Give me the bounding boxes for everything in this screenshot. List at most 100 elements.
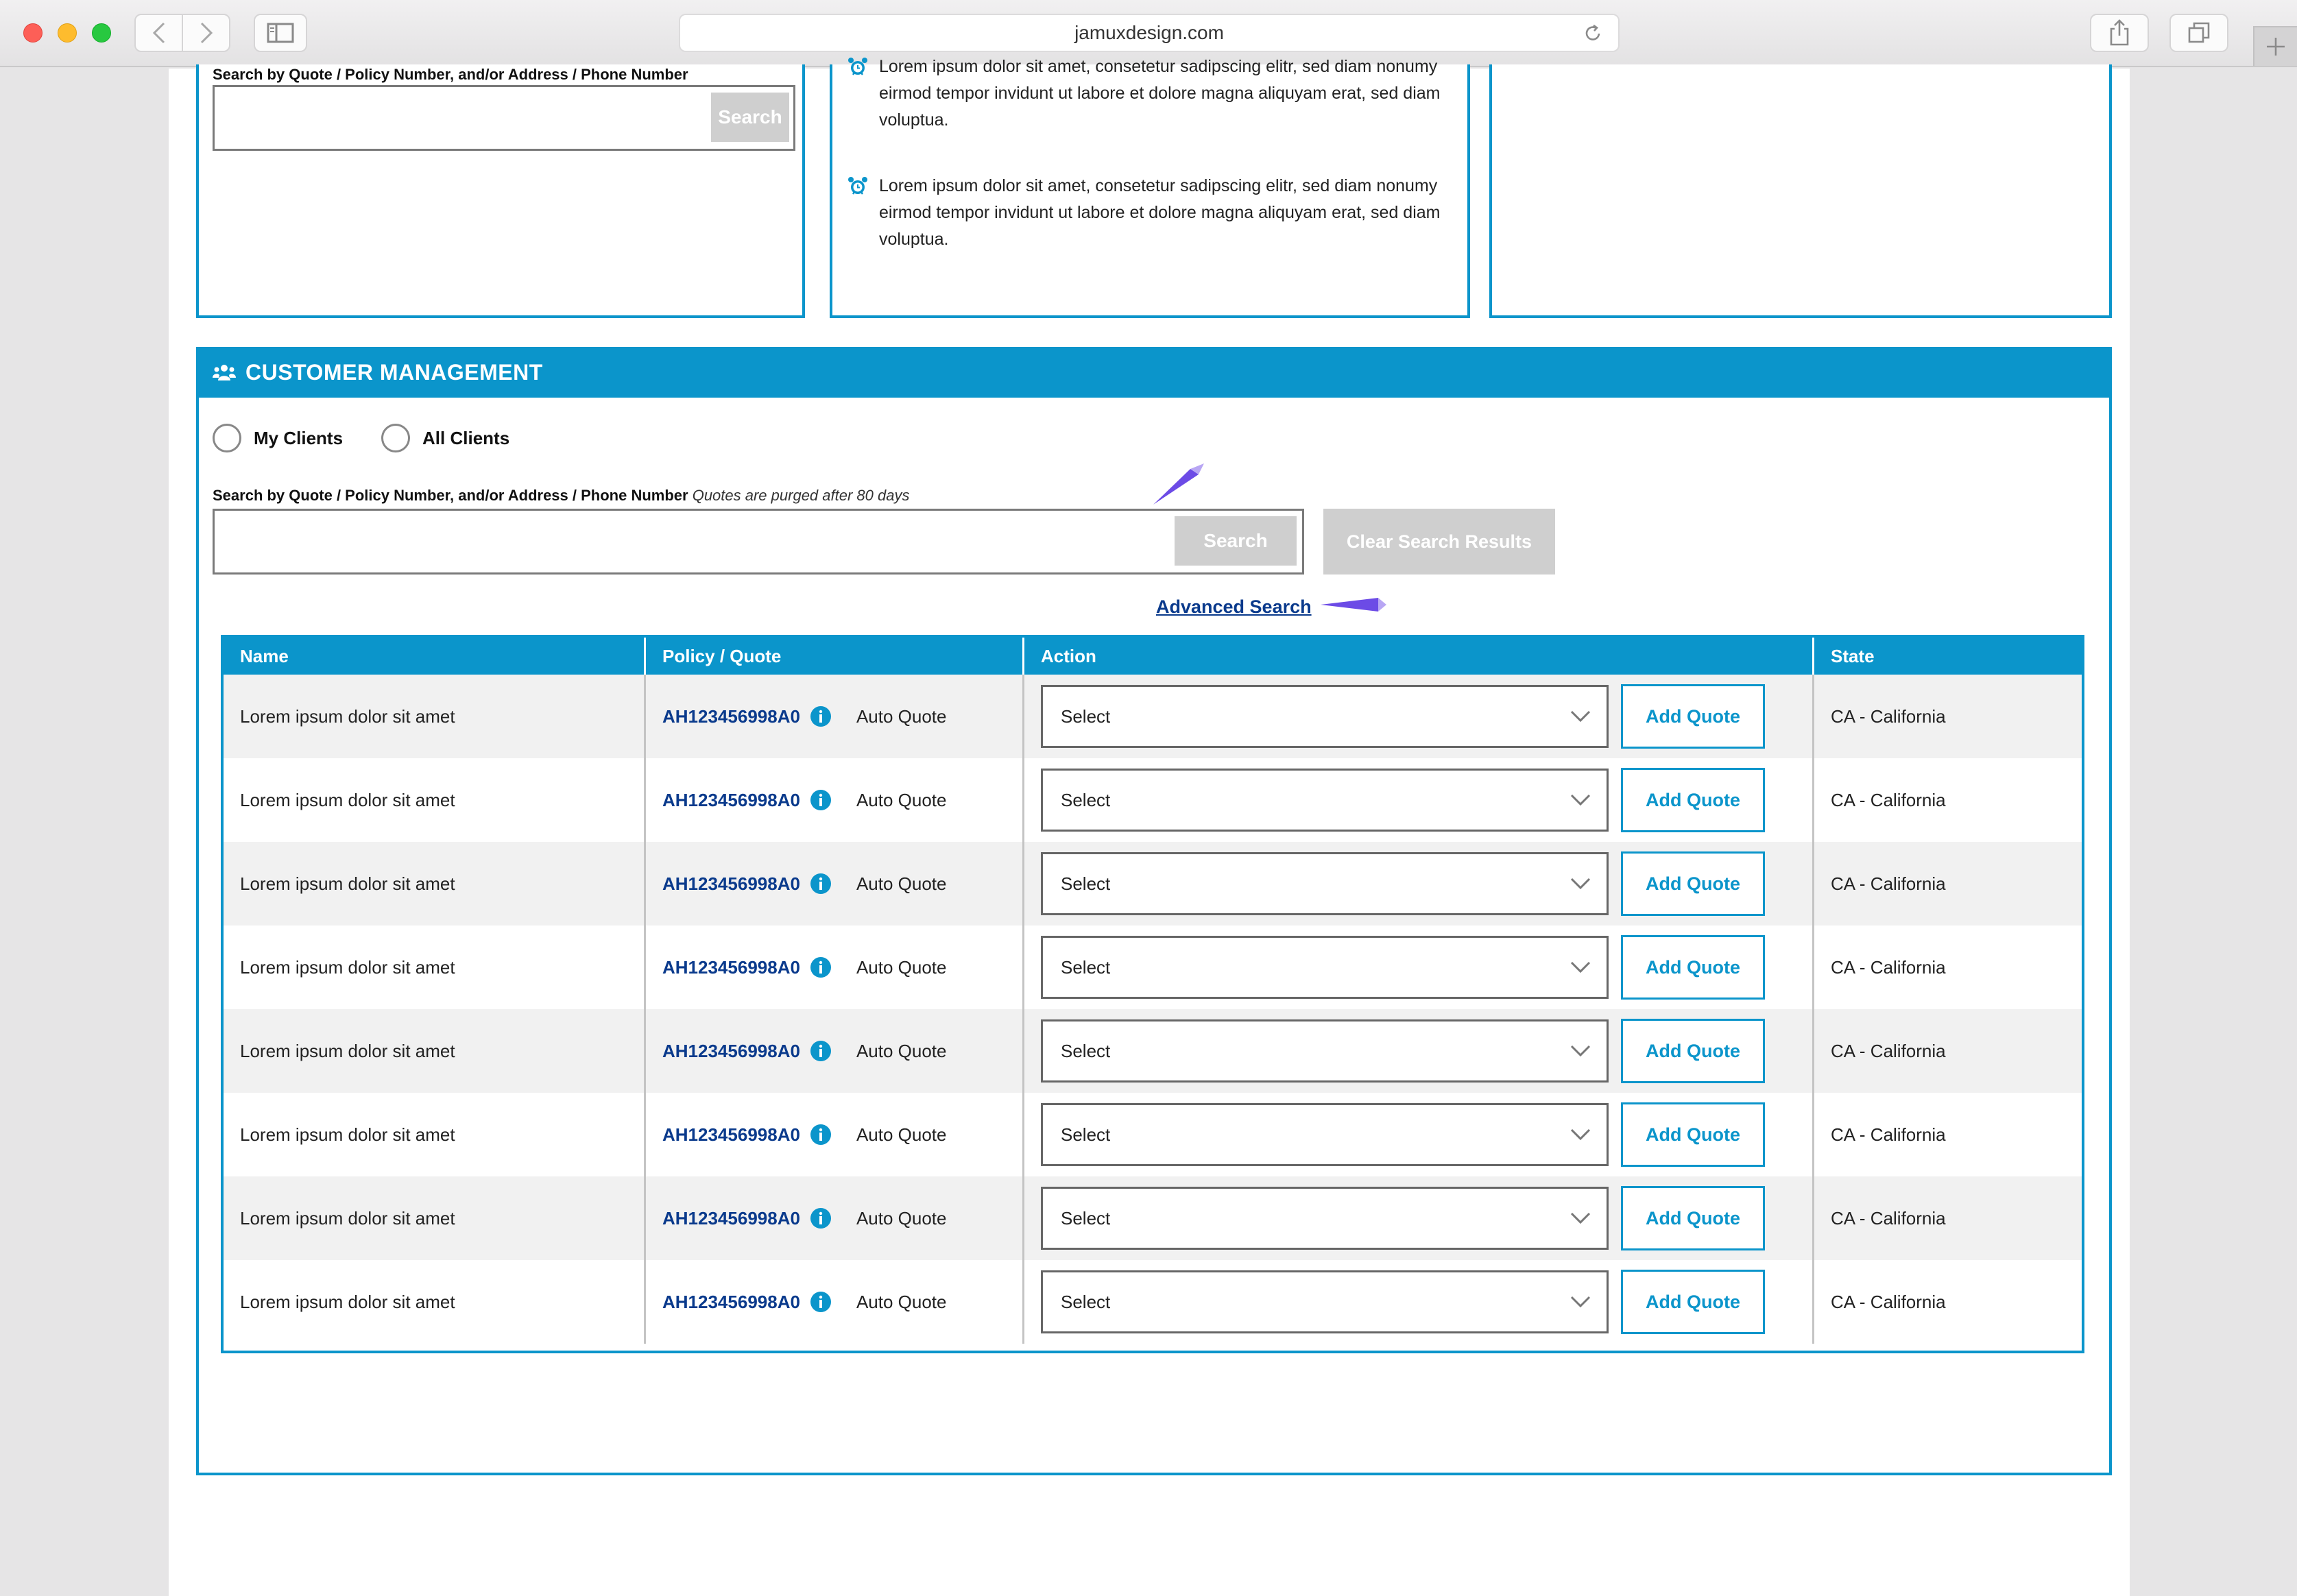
search-label: Search by Quote / Policy Number, and/or … [213, 487, 909, 505]
minimize-window-button[interactable] [58, 23, 77, 43]
info-icon[interactable] [810, 1040, 832, 1062]
cell-state: CA - California [1831, 789, 1946, 810]
add-quote-button[interactable]: Add Quote [1621, 1019, 1765, 1083]
reload-icon[interactable] [1583, 23, 1603, 44]
action-select-value: Select [1061, 1124, 1111, 1145]
cell-action: Select Add Quote [1024, 675, 1814, 758]
top-search-input[interactable]: Search [213, 85, 795, 151]
policy-link[interactable]: AH123456998A0 [662, 1292, 800, 1313]
url-text: jamuxdesign.com [1074, 22, 1224, 43]
cell-state: CA - California [1831, 1124, 1946, 1145]
back-icon[interactable] [136, 15, 182, 51]
add-quote-button[interactable]: Add Quote [1621, 935, 1765, 1000]
cell-name: Lorem ipsum dolor sit amet [224, 926, 646, 1009]
add-quote-button[interactable]: Add Quote [1621, 851, 1765, 916]
add-quote-button[interactable]: Add Quote [1621, 684, 1765, 749]
add-quote-button[interactable]: Add Quote [1621, 1186, 1765, 1250]
cell-policy: AH123456998A0 Auto Quote [646, 1093, 1024, 1176]
add-quote-button[interactable]: Add Quote [1621, 768, 1765, 832]
action-select[interactable]: Select [1041, 1019, 1609, 1083]
action-select[interactable]: Select [1041, 1103, 1609, 1166]
table-row: Lorem ipsum dolor sit amet AH123456998A0… [224, 842, 2082, 926]
quote-type: Auto Quote [856, 1207, 947, 1229]
share-icon[interactable] [2090, 14, 2149, 52]
quote-type: Auto Quote [856, 1040, 947, 1061]
info-icon[interactable] [810, 1291, 832, 1313]
policy-link[interactable]: AH123456998A0 [662, 790, 800, 811]
info-icon[interactable] [810, 873, 832, 895]
cell-policy: AH123456998A0 Auto Quote [646, 675, 1024, 758]
cell-policy: AH123456998A0 Auto Quote [646, 758, 1024, 842]
column-header-name[interactable]: Name [224, 638, 646, 675]
info-icon[interactable] [810, 789, 832, 811]
address-bar[interactable]: jamuxdesign.com [679, 14, 1620, 52]
cell-name: Lorem ipsum dolor sit amet [224, 842, 646, 926]
action-select[interactable]: Select [1041, 936, 1609, 999]
table-header: Name Policy / Quote Action State [224, 638, 2082, 675]
info-icon[interactable] [810, 1207, 832, 1229]
cell-name: Lorem ipsum dolor sit amet [224, 1009, 646, 1093]
policy-link[interactable]: AH123456998A0 [662, 1041, 800, 1062]
info-icon[interactable] [810, 956, 832, 978]
info-icon[interactable] [810, 1124, 832, 1146]
add-quote-button[interactable]: Add Quote [1621, 1102, 1765, 1167]
column-header-state[interactable]: State [1814, 638, 2082, 675]
action-select-value: Select [1061, 956, 1111, 978]
search-button[interactable]: Search [1175, 516, 1297, 566]
tabs-icon[interactable] [2169, 14, 2228, 52]
forward-icon[interactable] [182, 15, 229, 51]
action-select-value: Select [1061, 1207, 1111, 1229]
add-quote-button[interactable]: Add Quote [1621, 1270, 1765, 1334]
action-select-value: Select [1061, 1040, 1111, 1061]
client-filter: My Clients All Clients [213, 424, 509, 452]
chevron-down-icon [1570, 1128, 1591, 1141]
policy-link[interactable]: AH123456998A0 [662, 1124, 800, 1146]
action-select[interactable]: Select [1041, 1187, 1609, 1250]
action-select[interactable]: Select [1041, 852, 1609, 915]
search-input[interactable]: Search [213, 509, 1304, 575]
empty-card [1489, 64, 2112, 318]
cell-state: CA - California [1831, 873, 1946, 894]
policy-link[interactable]: AH123456998A0 [662, 706, 800, 727]
cell-state: CA - California [1831, 1040, 1946, 1061]
zoom-window-button[interactable] [92, 23, 111, 43]
top-search-button[interactable]: Search [711, 93, 789, 142]
cell-action: Select Add Quote [1024, 758, 1814, 842]
sidebar-icon[interactable] [254, 14, 307, 52]
quick-search-card: Search by Quote / Policy Number, and/or … [196, 64, 805, 318]
panel-title: CUSTOMER MANAGEMENT [245, 359, 543, 385]
cell-state: CA - California [1831, 705, 1946, 727]
close-window-button[interactable] [23, 23, 43, 43]
history-nav [134, 14, 230, 52]
action-select[interactable]: Select [1041, 685, 1609, 748]
column-header-action[interactable]: Action [1024, 638, 1814, 675]
advanced-search-link[interactable]: Advanced Search [1156, 596, 1312, 618]
action-select-value: Select [1061, 789, 1111, 810]
action-select[interactable]: Select [1041, 1270, 1609, 1333]
action-select-value: Select [1061, 873, 1111, 894]
notice-item: Lorem ipsum dolor sit amet, consetetur s… [847, 173, 1444, 253]
alarm-clock-icon [848, 177, 867, 195]
policy-link[interactable]: AH123456998A0 [662, 873, 800, 895]
table-row: Lorem ipsum dolor sit amet AH123456998A0… [224, 675, 2082, 758]
cell-name: Lorem ipsum dolor sit amet [224, 758, 646, 842]
chevron-down-icon [1570, 961, 1591, 974]
info-icon[interactable] [810, 705, 832, 727]
cell-action: Select Add Quote [1024, 1093, 1814, 1176]
cell-action: Select Add Quote [1024, 1009, 1814, 1093]
column-header-policy[interactable]: Policy / Quote [646, 638, 1024, 675]
all-clients-radio[interactable] [381, 424, 411, 452]
cell-policy: AH123456998A0 Auto Quote [646, 1260, 1024, 1344]
clear-search-results-button[interactable]: Clear Search Results [1323, 509, 1555, 575]
action-select[interactable]: Select [1041, 769, 1609, 832]
my-clients-radio[interactable] [213, 424, 241, 452]
new-tab-icon[interactable] [2253, 26, 2297, 66]
cell-name: Lorem ipsum dolor sit amet [224, 675, 646, 758]
my-clients-label[interactable]: My Clients [254, 428, 343, 449]
policy-link[interactable]: AH123456998A0 [662, 1208, 800, 1229]
all-clients-label[interactable]: All Clients [422, 428, 509, 449]
cell-policy: AH123456998A0 Auto Quote [646, 842, 1024, 926]
chevron-down-icon [1570, 1296, 1591, 1308]
cell-action: Select Add Quote [1024, 1176, 1814, 1260]
policy-link[interactable]: AH123456998A0 [662, 957, 800, 978]
